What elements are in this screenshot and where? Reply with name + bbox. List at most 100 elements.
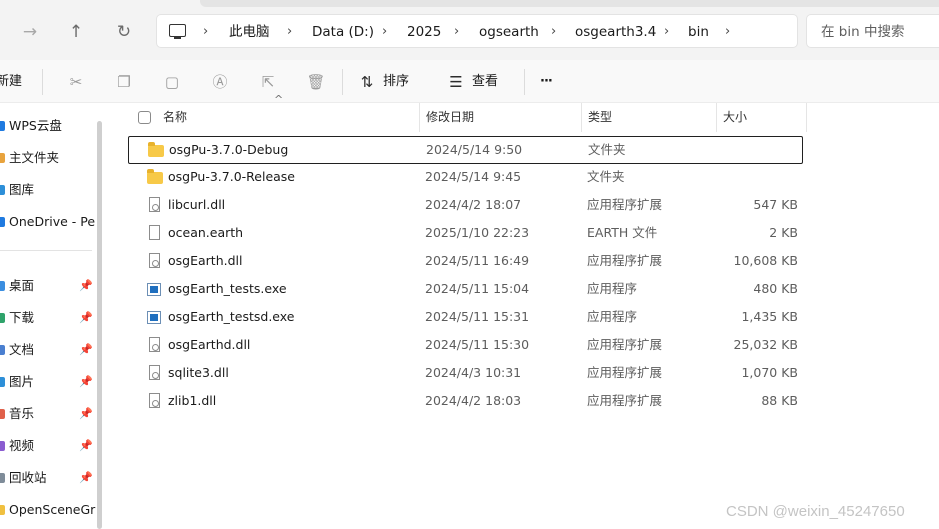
pin-icon[interactable]: 📌 <box>79 465 93 491</box>
file-row[interactable]: ocean.earth 2025/1/10 22:23 EARTH 文件 2 KB <box>128 220 803 248</box>
file-name: osgEarthd.dll <box>168 337 251 352</box>
file-row[interactable]: libcurl.dll 2024/4/2 18:07 应用程序扩展 547 KB <box>128 192 803 220</box>
sidebar-item[interactable]: OneDrive - Per <box>0 209 96 235</box>
file-name: libcurl.dll <box>168 197 226 212</box>
breadcrumb-data-drive[interactable]: Data (D:) <box>312 15 374 49</box>
cut-icon[interactable]: ✂ <box>65 71 87 93</box>
sort-button[interactable]: 排序 <box>383 60 409 103</box>
dll-icon <box>149 253 160 268</box>
sidebar-item-icon <box>0 345 5 355</box>
select-all-checkbox[interactable] <box>138 111 151 124</box>
rename-icon[interactable]: Ⓐ <box>209 71 231 93</box>
file-modified: 2024/4/2 18:03 <box>425 393 522 408</box>
sidebar-item-icon <box>0 441 5 451</box>
sidebar-scrollbar[interactable] <box>97 121 102 529</box>
dll-icon <box>149 365 160 380</box>
sidebar-item[interactable]: 桌面 📌 <box>0 273 96 299</box>
file-type: 文件夹 <box>587 169 625 184</box>
sidebar-item-icon <box>0 505 5 515</box>
sidebar-item[interactable]: 视频 📌 <box>0 433 96 459</box>
sidebar-item-icon <box>0 153 5 163</box>
file-size: 480 KB <box>753 281 798 296</box>
file-row[interactable]: sqlite3.dll 2024/4/3 10:31 应用程序扩展 1,070 KB <box>128 360 803 388</box>
breadcrumb-this-pc[interactable]: 此电脑 <box>229 15 270 49</box>
sort-icon[interactable]: ⇅ <box>356 71 378 93</box>
sidebar-item[interactable]: 回收站 📌 <box>0 465 96 491</box>
column-divider[interactable] <box>716 103 717 132</box>
pin-icon[interactable]: 📌 <box>79 273 93 299</box>
sidebar-item[interactable]: OpenSceneGra <box>0 497 96 523</box>
folder-icon <box>148 142 164 157</box>
delete-icon[interactable]: 🗑 <box>305 71 327 93</box>
sidebar-item-label: 音乐 <box>9 406 35 421</box>
sidebar-item[interactable]: 音乐 📌 <box>0 401 96 427</box>
file-row[interactable]: osgEarth_testsd.exe 2024/5/11 15:31 应用程序 1,… <box>128 304 803 332</box>
breadcrumb-2025[interactable]: 2025 <box>407 15 441 49</box>
pin-icon[interactable]: 📌 <box>79 305 93 331</box>
sidebar-item[interactable]: 主文件夹 <box>0 145 96 171</box>
sidebar-item-label: OpenSceneGra <box>9 502 96 517</box>
breadcrumb-bin[interactable]: bin <box>688 15 709 49</box>
chevron-right-icon[interactable]: › <box>382 15 387 49</box>
sort-ascending-icon: ^ <box>274 93 284 106</box>
chevron-right-icon[interactable]: › <box>551 15 556 49</box>
copy-icon[interactable]: ❐ <box>113 71 135 93</box>
file-row[interactable]: osgEarth_tests.exe 2024/5/11 15:04 应用程序 480… <box>128 276 803 304</box>
title-bar-edge <box>200 0 939 7</box>
file-row[interactable]: osgEarthd.dll 2024/5/11 15:30 应用程序扩展 25,032… <box>128 332 803 360</box>
file-type: 应用程序 <box>587 281 638 296</box>
new-button[interactable]: 新建 <box>0 60 22 103</box>
file-row[interactable]: osgPu-3.7.0-Release 2024/5/14 9:45 文件夹 <box>128 164 803 192</box>
file-row[interactable]: osgEarth.dll 2024/5/11 16:49 应用程序扩展 10,608 … <box>128 248 803 276</box>
chevron-right-icon[interactable]: › <box>725 15 730 49</box>
file-type: 文件夹 <box>588 142 626 157</box>
sidebar-item-label: OneDrive - Per <box>9 214 96 229</box>
column-header-modified[interactable]: 修改日期 <box>426 103 474 132</box>
chevron-right-icon[interactable]: › <box>664 15 669 49</box>
column-header-name[interactable]: 名称 <box>163 103 187 132</box>
column-divider[interactable] <box>806 103 807 132</box>
search-input[interactable]: 在 bin 中搜索 <box>806 14 939 48</box>
breadcrumb-osgearth34[interactable]: osgearth3.4 <box>575 15 656 49</box>
pin-icon[interactable]: 📌 <box>79 433 93 459</box>
pin-icon[interactable]: 📌 <box>79 369 93 395</box>
pin-icon[interactable]: 📌 <box>79 337 93 363</box>
file-row[interactable]: zlib1.dll 2024/4/2 18:03 应用程序扩展 88 KB <box>128 388 803 416</box>
breadcrumb[interactable]: › 此电脑 › Data (D:) › 2025 › ogsearth › os… <box>156 14 798 48</box>
column-divider[interactable] <box>419 103 420 132</box>
sidebar-item-label: 视频 <box>9 438 35 453</box>
sidebar-item[interactable]: 文档 📌 <box>0 337 96 363</box>
share-icon[interactable]: ⇱ <box>257 71 279 93</box>
view-icon[interactable]: ☰ <box>445 71 467 93</box>
file-modified: 2024/5/11 16:49 <box>425 253 530 268</box>
divider <box>524 69 525 95</box>
sidebar-item-icon <box>0 281 5 291</box>
divider <box>42 69 43 95</box>
forward-button[interactable]: → <box>18 20 42 44</box>
up-button[interactable]: ↑ <box>64 20 88 44</box>
more-options-button[interactable]: ··· <box>540 60 553 103</box>
sidebar-item[interactable]: 下载 📌 <box>0 305 96 331</box>
file-name: osgPu-3.7.0-Release <box>168 169 296 184</box>
pin-icon[interactable]: 📌 <box>79 401 93 427</box>
file-row[interactable]: osgPu-3.7.0-Debug 2024/5/14 9:50 文件夹 <box>128 136 803 164</box>
sidebar-item[interactable]: WPS云盘 <box>0 113 96 139</box>
column-header-size[interactable]: 大小 <box>723 103 747 132</box>
refresh-button[interactable]: ↻ <box>112 20 136 44</box>
search-placeholder: 在 bin 中搜索 <box>821 24 905 40</box>
chevron-right-icon[interactable]: › <box>203 15 208 49</box>
sidebar-item-label: 图库 <box>9 182 35 197</box>
file-type: 应用程序 <box>587 309 638 324</box>
chevron-right-icon[interactable]: › <box>287 15 292 49</box>
file-modified: 2024/4/2 18:07 <box>425 197 522 212</box>
view-button[interactable]: 查看 <box>472 60 498 103</box>
sidebar-item[interactable]: 图库 <box>0 177 96 203</box>
column-divider[interactable] <box>581 103 582 132</box>
breadcrumb-ogsearth[interactable]: ogsearth <box>479 15 539 49</box>
sidebar-item-label: 主文件夹 <box>9 150 60 165</box>
paste-icon[interactable]: ▢ <box>161 71 183 93</box>
sidebar-item[interactable]: 图片 📌 <box>0 369 96 395</box>
chevron-right-icon[interactable]: › <box>454 15 459 49</box>
computer-icon[interactable] <box>169 24 186 39</box>
column-header-type[interactable]: 类型 <box>588 103 612 132</box>
